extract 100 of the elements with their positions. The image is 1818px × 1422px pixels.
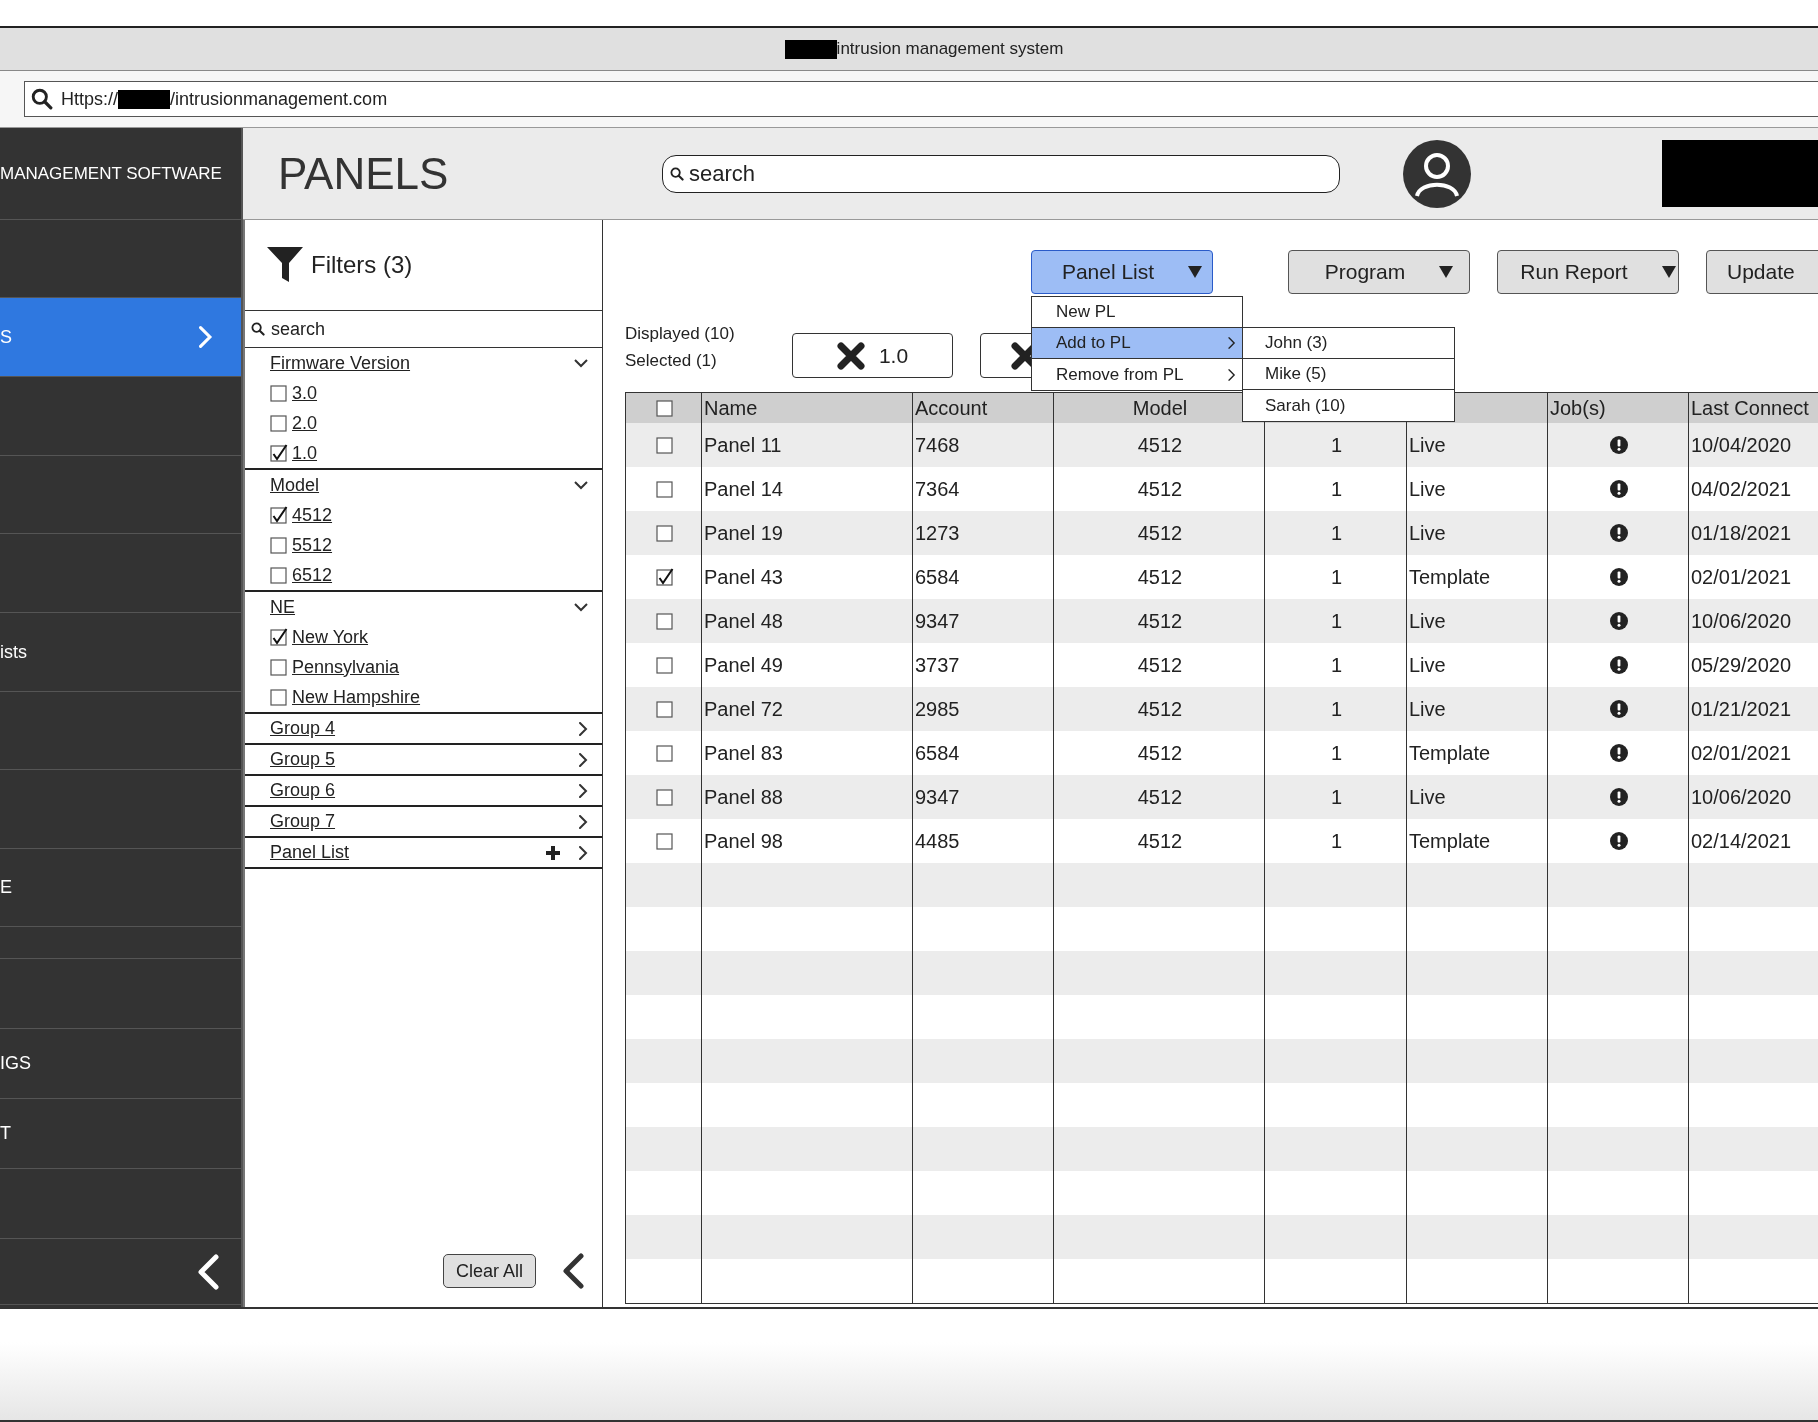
alert-icon[interactable] <box>1610 656 1628 674</box>
filter-option-label[interactable]: 6512 <box>292 564 333 586</box>
table-cell: 1 <box>1265 687 1407 731</box>
clear-all-button[interactable]: Clear All <box>442 1254 536 1288</box>
nav-label: S <box>0 326 12 348</box>
avatar-icon[interactable] <box>1402 138 1472 209</box>
filter-group-label[interactable]: Panel List <box>270 842 350 863</box>
checkbox[interactable] <box>270 566 288 584</box>
chevron-right-icon[interactable] <box>1228 368 1236 381</box>
nav-label: E <box>0 877 12 898</box>
table-cell: Panel 88 <box>702 775 913 819</box>
checkbox[interactable] <box>655 436 674 454</box>
search-icon <box>31 88 53 110</box>
checkbox[interactable] <box>270 536 288 554</box>
chevron-down-icon[interactable] <box>574 358 588 368</box>
table-cell: 10/06/2020 <box>1689 775 1818 819</box>
chevron-right-icon[interactable] <box>579 814 588 829</box>
checkbox[interactable] <box>655 568 674 586</box>
chevron-right-icon[interactable] <box>579 783 588 798</box>
filter-group-label[interactable]: Firmware Version <box>270 352 411 374</box>
filter-group-label[interactable]: Group 7 <box>270 811 336 832</box>
search-icon <box>670 166 684 181</box>
table-cell: 10/04/2020 <box>1689 423 1818 467</box>
checkbox[interactable] <box>655 744 674 762</box>
alert-icon[interactable] <box>1610 832 1628 850</box>
filter-group-label[interactable]: Group 5 <box>270 749 336 770</box>
dropdown-button[interactable]: Panel List <box>1031 250 1213 294</box>
filter-option-label[interactable]: 4512 <box>292 504 333 526</box>
filter-chip[interactable]: 1.0 <box>792 333 953 378</box>
checkbox[interactable] <box>655 612 674 630</box>
nav-item[interactable]: ists <box>0 613 241 692</box>
nav-item[interactable]: T <box>0 1099 241 1169</box>
filter-option-label[interactable]: 2.0 <box>292 412 318 434</box>
filter-group-label[interactable]: Model <box>270 474 320 496</box>
table-cell: Panel 19 <box>702 511 913 555</box>
filter-option-label[interactable]: 1.0 <box>292 442 318 464</box>
chevron-left-icon[interactable] <box>562 1253 584 1289</box>
checkbox[interactable] <box>655 524 674 542</box>
filter-group-label[interactable]: Group 4 <box>270 718 336 739</box>
search-icon <box>251 322 265 336</box>
alert-icon[interactable] <box>1610 700 1628 718</box>
table-cell: 4512 <box>1054 599 1265 643</box>
alert-icon[interactable] <box>1610 480 1628 498</box>
table-cell: 7468 <box>913 423 1054 467</box>
table-cell: 4512 <box>1054 775 1265 819</box>
checkbox[interactable] <box>655 700 674 718</box>
chevron-right-icon[interactable] <box>579 721 588 736</box>
dropdown-button[interactable]: Run Report <box>1497 250 1679 294</box>
url-field[interactable]: Https:// /intrusionmanagement.com <box>24 81 1818 117</box>
checkbox[interactable] <box>270 414 288 432</box>
checkbox[interactable] <box>270 628 288 646</box>
alert-icon[interactable] <box>1610 788 1628 806</box>
search-field[interactable]: search <box>662 154 1340 193</box>
checkbox[interactable] <box>270 384 288 402</box>
checkbox[interactable] <box>270 444 288 462</box>
alert-icon[interactable] <box>1610 744 1628 762</box>
redaction-block <box>784 39 837 59</box>
table-cell: Panel 48 <box>702 599 913 643</box>
menu-item[interactable]: John (3) <box>1243 328 1454 359</box>
table-cell: 01/21/2021 <box>1689 687 1818 731</box>
alert-icon[interactable] <box>1610 436 1628 454</box>
plus-icon[interactable] <box>545 844 561 861</box>
filter-group-label[interactable]: Group 6 <box>270 780 336 801</box>
dropdown-button[interactable]: Update <box>1706 250 1818 294</box>
checkbox[interactable] <box>655 788 674 806</box>
nav-label: ists <box>0 641 27 663</box>
filter-option-label[interactable]: 3.0 <box>292 382 318 404</box>
filter-group-label[interactable]: NE <box>270 596 295 618</box>
chevron-down-icon[interactable] <box>574 602 588 612</box>
nav-label: IGS <box>0 1053 31 1074</box>
table-cell: 2985 <box>913 687 1054 731</box>
table-cell: 4512 <box>1054 687 1265 731</box>
checkbox[interactable] <box>655 399 674 417</box>
chevron-right-icon[interactable] <box>1228 337 1236 349</box>
alert-icon[interactable] <box>1610 612 1628 630</box>
alert-icon[interactable] <box>1610 568 1628 586</box>
menu-item[interactable]: Add to PL <box>1032 328 1242 359</box>
nav-item[interactable]: IGS <box>0 1029 241 1099</box>
menu-item[interactable]: Mike (5) <box>1243 359 1454 390</box>
nav-item[interactable]: S <box>0 298 241 377</box>
table-cell: 9347 <box>913 775 1054 819</box>
chevron-right-icon[interactable] <box>579 752 588 767</box>
alert-icon[interactable] <box>1610 524 1628 542</box>
table-cell: 4512 <box>1054 511 1265 555</box>
filter-option-label[interactable]: 5512 <box>292 534 333 556</box>
checkbox[interactable] <box>270 506 288 524</box>
filter-option-label[interactable]: New York <box>292 626 369 648</box>
checkbox[interactable] <box>655 480 674 498</box>
checkbox[interactable] <box>655 656 674 674</box>
chevron-right-icon[interactable] <box>579 845 588 860</box>
table-cell: Live <box>1407 423 1548 467</box>
filter-option-label[interactable]: New Hampshire <box>292 686 421 708</box>
checkbox[interactable] <box>270 688 288 706</box>
nav-item[interactable]: E <box>0 849 241 927</box>
dropdown-button[interactable]: Program <box>1288 250 1470 294</box>
checkbox[interactable] <box>655 832 674 850</box>
filter-option-label[interactable]: Pennsylvania <box>292 656 400 678</box>
chevron-down-icon[interactable] <box>574 480 588 490</box>
checkbox[interactable] <box>270 658 288 676</box>
close-icon[interactable] <box>836 341 865 370</box>
